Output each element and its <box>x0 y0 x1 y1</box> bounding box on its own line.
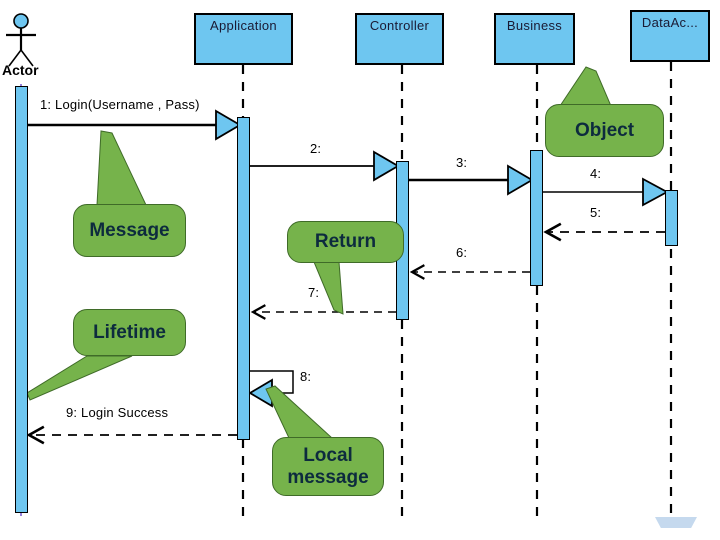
message-label-2: 2: <box>310 141 322 156</box>
message-arrow-4[interactable] <box>543 177 669 207</box>
message-label-8: 8: <box>300 369 312 384</box>
activation-bar-business[interactable] <box>530 150 543 286</box>
message-arrow-3[interactable] <box>409 164 534 196</box>
activation-bar-dataaccess[interactable] <box>665 190 678 246</box>
stick-figure-actor-icon <box>6 13 36 67</box>
lifeline-header-label: Application <box>210 18 277 33</box>
actor-label: Actor <box>2 62 39 78</box>
lifeline-header-business[interactable]: Business <box>494 13 575 65</box>
callout-tail-local-message <box>265 385 334 439</box>
message-label-6: 6: <box>456 245 468 260</box>
callout-line: Local <box>303 444 353 466</box>
callout-message[interactable]: Message <box>73 204 186 257</box>
callout-tail-lifetime <box>26 355 133 401</box>
callout-line: message <box>287 466 369 488</box>
callout-return[interactable]: Return <box>287 221 404 263</box>
callout-line: Message <box>89 219 170 241</box>
message-arrow-2[interactable] <box>250 150 400 182</box>
callout-lifetime[interactable]: Lifetime <box>73 309 186 356</box>
callout-tail-object <box>559 66 612 107</box>
sequence-diagram-canvas: Application Controller Business DataAc..… <box>0 0 720 540</box>
callout-line: Object <box>574 119 635 141</box>
message-label-5: 5: <box>590 205 602 220</box>
message-label-7: 7: <box>308 285 320 300</box>
activation-bar-application[interactable] <box>237 117 250 440</box>
lifeline-header-label: Business <box>506 18 563 33</box>
callout-line: Return <box>314 231 377 253</box>
message-label-1: 1: Login(Username , Pass) <box>40 97 200 112</box>
callout-object[interactable]: Object <box>545 104 664 157</box>
lifeline-header-label: Controller <box>369 18 430 33</box>
message-arrow-1[interactable] <box>28 109 242 141</box>
callout-line: Lifetime <box>93 321 166 343</box>
lifeline-header-label: DataAc... <box>641 15 699 30</box>
callout-local-message[interactable]: Local message <box>272 437 384 496</box>
message-label-4: 4: <box>590 166 602 181</box>
message-label-9: 9: Login Success <box>66 405 169 420</box>
footer-trapezoid-shape <box>655 517 697 528</box>
lifeline-header-controller[interactable]: Controller <box>355 13 444 65</box>
callout-tail-message <box>96 130 147 211</box>
activation-bar-actor[interactable] <box>15 86 28 513</box>
lifeline-header-application[interactable]: Application <box>194 13 293 65</box>
message-label-3: 3: <box>456 155 468 170</box>
lifeline-header-dataaccess[interactable]: DataAc... <box>630 10 710 62</box>
